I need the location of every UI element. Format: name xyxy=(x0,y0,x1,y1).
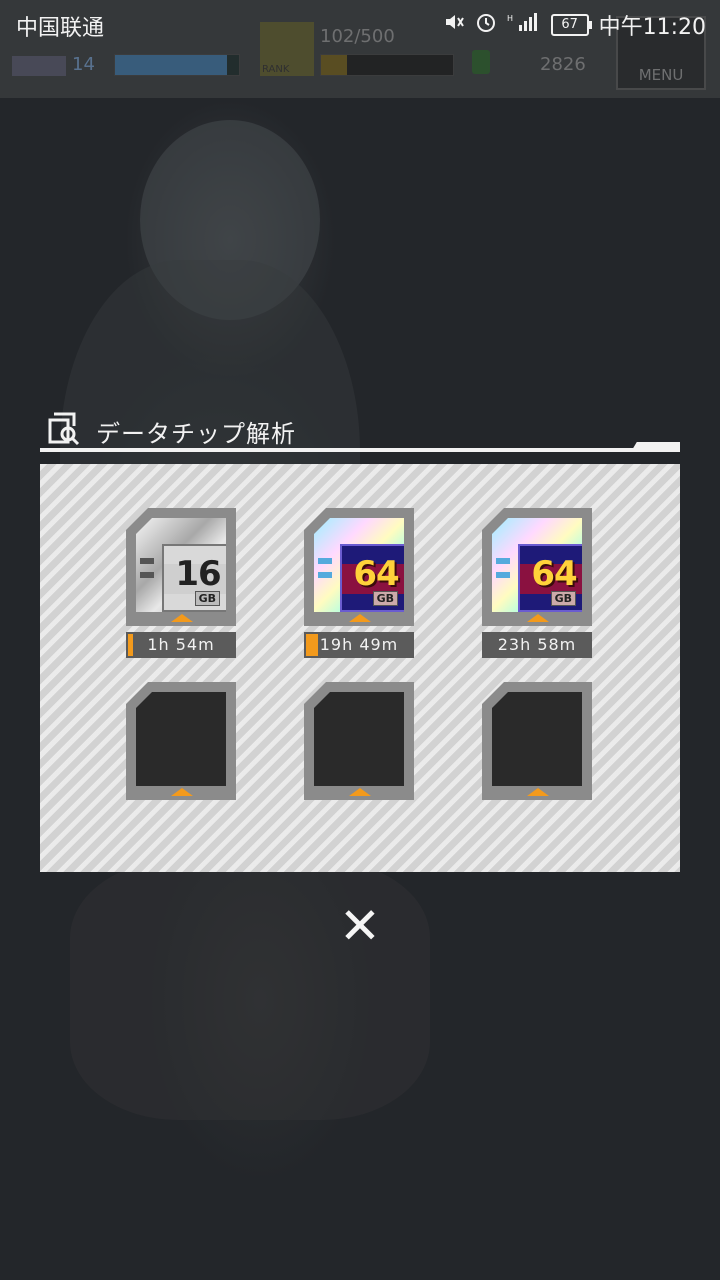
chip-64gb: 64 GB xyxy=(314,518,404,612)
timer-text: 19h 49m xyxy=(319,635,399,654)
slot-indicator-icon xyxy=(171,614,193,622)
analysis-timer: 19h 49m xyxy=(304,632,414,658)
alarm-icon xyxy=(475,11,497,39)
slot-indicator-icon xyxy=(527,788,549,796)
chip-panel: 16 GB 1h 54m 64 GB 19h 49m 64 GB 23h 58m xyxy=(40,464,680,872)
chip-analysis-icon xyxy=(48,412,82,446)
analysis-timer: 23h 58m xyxy=(482,632,592,658)
battery-icon: 67 xyxy=(550,14,592,36)
title-divider xyxy=(40,448,680,452)
timer-progress xyxy=(128,634,133,656)
signal-icon: H xyxy=(507,11,541,39)
player-icon xyxy=(12,56,66,76)
chip-capacity: 16 xyxy=(175,554,221,594)
chip-capacity: 64 xyxy=(531,554,577,594)
empty-chip-socket xyxy=(492,692,582,786)
chip-64gb: 64 GB xyxy=(492,518,582,612)
slot-indicator-icon xyxy=(349,614,371,622)
close-icon[interactable]: ✕ xyxy=(334,900,386,952)
menu-label: MENU xyxy=(638,66,684,84)
svg-text:H: H xyxy=(507,14,513,23)
stamina-bar xyxy=(114,54,240,76)
rank-label: RANK xyxy=(262,64,290,75)
title-divider-tab xyxy=(632,442,680,450)
empty-chip-socket xyxy=(136,692,226,786)
carrier-name: 中国联通 xyxy=(16,16,105,41)
clock: 中午11:20 xyxy=(598,15,706,40)
modal-title: データチップ解析 xyxy=(96,420,296,448)
slot-indicator-icon xyxy=(349,788,371,796)
analysis-timer: 1h 54m xyxy=(126,632,236,658)
slot-indicator-icon xyxy=(171,788,193,796)
player-level: 14 xyxy=(72,54,95,75)
chip-capacity: 64 xyxy=(353,554,399,594)
slot-indicator-icon xyxy=(527,614,549,622)
chip-unit: GB xyxy=(372,591,398,606)
mute-icon xyxy=(443,11,465,39)
exp-bar xyxy=(320,54,454,76)
coin-icon xyxy=(472,50,490,74)
status-bar: 中国联通 H 67 中午11:20 xyxy=(0,0,720,48)
modal-header: データチップ解析 xyxy=(40,408,680,454)
coin-count: 2826 xyxy=(540,54,586,75)
timer-text: 23h 58m xyxy=(497,635,577,654)
chip-16gb: 16 GB xyxy=(136,518,226,612)
timer-text: 1h 54m xyxy=(147,635,215,654)
chip-unit: GB xyxy=(550,591,576,606)
timer-progress xyxy=(306,634,318,656)
empty-chip-socket xyxy=(314,692,404,786)
chip-unit: GB xyxy=(194,591,220,606)
